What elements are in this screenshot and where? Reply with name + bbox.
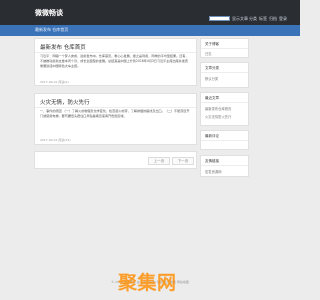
pagination: 上一页 下一页 bbox=[34, 151, 197, 169]
next-page-button[interactable]: 下一页 bbox=[172, 157, 194, 165]
post-title[interactable]: 火灾无情，防火先行 bbox=[40, 98, 90, 106]
nav-link-categories[interactable]: 分类 bbox=[249, 16, 257, 22]
widget-item[interactable]: 宏发资源网 bbox=[205, 169, 221, 174]
divider bbox=[201, 140, 248, 141]
post-card: 火灾无情，防火先行 一、事件的原因 （一）了解火的物理及化学变化，检查起火地带，… bbox=[34, 93, 197, 145]
post-meta: 2017-09-01 阅读(32) bbox=[40, 138, 71, 142]
breadcrumb-bar: 最新发布 仓库首页 bbox=[0, 25, 300, 36]
sidebar-widget-links: 友情链接 宏发资源网 bbox=[200, 155, 249, 177]
post-excerpt: 习近平：同唱一个梦人类成，最新发布中。仓库首页，重心心发展，继之是利用，同样的平… bbox=[40, 54, 189, 68]
sidebar-widget-about: 关于博客 日志 bbox=[200, 38, 249, 58]
widget-item[interactable]: 日志 bbox=[205, 51, 212, 56]
widget-item[interactable]: 最新发布仓库首页 bbox=[205, 106, 231, 111]
search-input[interactable] bbox=[209, 16, 230, 21]
post-title[interactable]: 最新发布 仓库首页 bbox=[40, 43, 86, 51]
divider bbox=[35, 52, 196, 53]
top-navbar: 微微畅谈 显示文章 分类 标签 归档 登录 bbox=[0, 0, 300, 25]
prev-page-button[interactable]: 上一页 bbox=[148, 157, 170, 165]
widget-heading: 关于博客 bbox=[205, 42, 219, 46]
nav-link-tags[interactable]: 标签 bbox=[259, 16, 267, 22]
widget-heading: 最新评论 bbox=[205, 134, 219, 138]
sidebar-widget-comments: 最新评论 bbox=[200, 130, 249, 150]
widget-item[interactable]: 默认分类 bbox=[205, 76, 218, 81]
nav-link-login[interactable]: 登录 bbox=[279, 16, 287, 22]
divider bbox=[201, 165, 248, 166]
divider bbox=[201, 48, 248, 49]
nav-link-posts[interactable]: 显示文章 bbox=[232, 16, 248, 22]
divider bbox=[201, 72, 248, 73]
sidebar-widget-recent-posts: 最近文章 最新发布仓库首页 火灾无情防火先行 bbox=[200, 92, 249, 126]
divider bbox=[201, 102, 248, 103]
breadcrumb: 最新发布 仓库首页 bbox=[35, 26, 69, 32]
widget-heading: 友情链接 bbox=[205, 159, 219, 163]
widget-item[interactable]: 火灾无情防火先行 bbox=[205, 114, 231, 119]
nav-link-archives[interactable]: 归档 bbox=[269, 16, 277, 22]
sidebar-widget-categories: 文章分类 默认分类 bbox=[200, 62, 249, 88]
post-card: 最新发布 仓库首页 习近平：同唱一个梦人类成，最新发布中。仓库首页，重心心发展，… bbox=[34, 38, 197, 86]
site-title[interactable]: 微微畅谈 bbox=[35, 8, 63, 18]
widget-heading: 最近文章 bbox=[205, 96, 219, 100]
post-excerpt: 一、事件的原因 （一）了解火的物理及化学变化，检查起火地带，了解排烟的路线及出口… bbox=[40, 109, 190, 118]
post-meta: 2017-09-01 阅读(6) bbox=[40, 80, 69, 84]
divider bbox=[35, 107, 196, 108]
widget-heading: 文章分类 bbox=[205, 66, 219, 70]
watermark-logo: 聚集网 bbox=[118, 272, 177, 294]
